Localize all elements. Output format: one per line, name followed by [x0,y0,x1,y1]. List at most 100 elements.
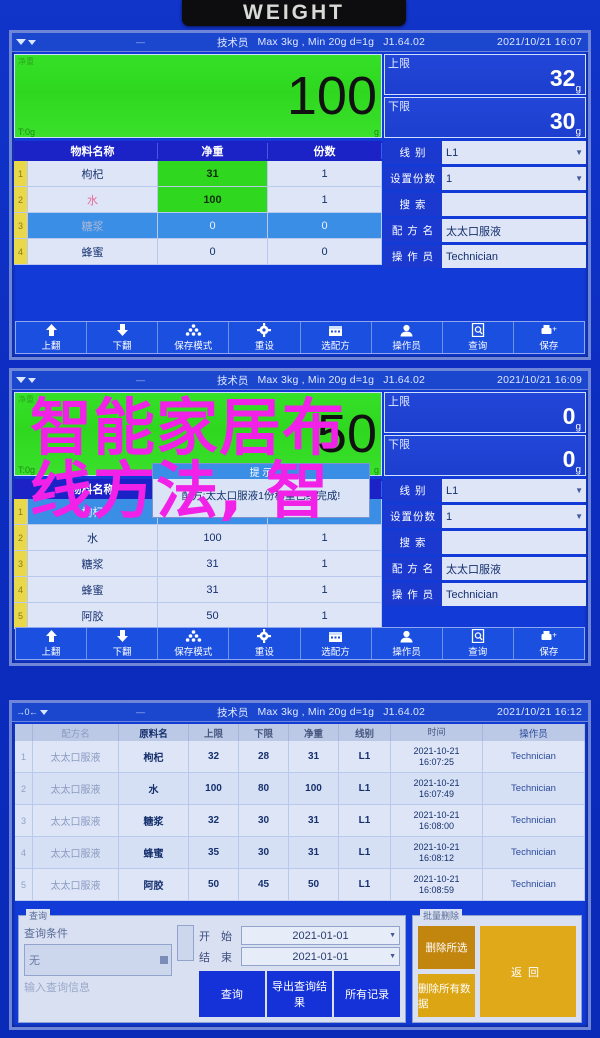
chevron-down-icon[interactable]: ▼ [575,174,583,183]
toolbar-button-page-up[interactable]: 上翻 [16,322,88,353]
field-portions-1[interactable]: 设置份数 1 ▼ [384,167,586,190]
chevron-down-icon[interactable]: ▼ [575,486,583,495]
chevron-down-icon[interactable]: ▼ [389,953,396,960]
toolbar-button-page-up[interactable]: 上翻 [16,628,88,659]
export-results-button[interactable]: 导出查询结果 [266,971,333,1017]
row-lower: 80 [239,773,289,805]
table-row[interactable]: 4 蜂蜜 31 1 [14,577,382,603]
row-net-weight: 31 [158,551,268,577]
query-legend: 查询 [26,909,51,922]
table-row[interactable]: 2 太太口服液 水 100 80 100 L1 2021-10-21 16:07:… [15,773,585,805]
toolbar-label: 查询 [468,647,488,658]
chevron-down-icon[interactable]: ▼ [575,512,583,521]
row-index: 1 [14,161,28,187]
row-upper: 100 [189,773,239,805]
query-button[interactable]: 查询 [199,971,265,1017]
table-row[interactable]: 1 枸杞 31 1 [14,161,382,187]
table-row[interactable]: 3 太太口服液 糖浆 32 30 31 L1 2021-10-21 16:08:0… [15,805,585,837]
row-line: L1 [339,837,391,869]
query-enable-checkbox[interactable] [177,925,194,961]
toolbar-button-query[interactable]: 查询 [443,628,514,659]
toolbar-button-save[interactable]: + 保存 [514,628,584,659]
chevron-down-icon[interactable]: ▼ [389,932,396,939]
query-condition-select[interactable]: 无 [24,944,172,976]
row-material-name: 枸杞 [28,161,158,187]
table-row[interactable]: 5 阿胶 50 1 [14,603,382,629]
table-row[interactable]: 3 糖浆 31 1 [14,551,382,577]
save-plus-icon: + [540,323,558,337]
row-material-name: 蜂蜜 [28,577,158,603]
all-records-button[interactable]: 所有记录 [334,971,401,1017]
row-material-name: 糖浆 [28,551,158,577]
table-row[interactable]: 4 太太口服液 蜂蜜 35 30 31 L1 2021-10-21 16:08:1… [15,837,585,869]
field-value-portions[interactable]: 1 ▼ [442,505,586,528]
row-material-name: 糖浆 [28,213,158,239]
toolbar-button-query[interactable]: 查询 [443,322,514,353]
lower-limit-label-1: 下限 [388,101,410,113]
back-button[interactable]: 返回 [480,926,576,1017]
table-row[interactable]: 5 太太口服液 阿胶 50 45 50 L1 2021-10-21 16:08:5… [15,869,585,901]
dropdown-square-icon[interactable] [160,956,168,964]
search-input-1[interactable] [442,193,586,216]
field-operator-1[interactable]: 操 作 员 Technician [384,245,586,268]
row-lower: 28 [239,741,289,773]
field-recipe-2[interactable]: 配 方 名 太太口服液 [384,557,586,580]
stack-icon [185,323,202,337]
user-icon [399,629,414,643]
row-index: 2 [15,773,33,805]
toolbar-button-save-mode[interactable]: 保存模式 [158,628,230,659]
toolbar-button-save-mode[interactable]: 保存模式 [158,322,230,353]
field-value-line[interactable]: L1 ▼ [442,479,586,502]
toolbar-button-save[interactable]: + 保存 [514,322,584,353]
toolbar-button-select-recipe[interactable]: 选配方 [301,628,372,659]
field-recipe-1[interactable]: 配 方 名 太太口服液 [384,219,586,242]
field-search-2[interactable]: 搜 索 [384,531,586,554]
toolbar-button-operator[interactable]: 操作员 [372,628,443,659]
lower-limit-label-2: 下限 [388,439,410,451]
table-row-selected[interactable]: 3 糖浆 0 0 [14,213,382,239]
svg-text:+: + [552,630,557,639]
table-row[interactable]: 4 蜂蜜 0 0 [14,239,382,265]
delete-all-button[interactable]: 删除所有数据 [418,974,475,1017]
toolbar-label: 重设 [254,341,274,352]
field-operator-2[interactable]: 操 作 员 Technician [384,583,586,606]
field-search-1[interactable]: 搜 索 [384,193,586,216]
batch-delete-fieldset: 批量删除 删除所选 删除所有数据 返回 [412,909,582,1023]
row-net-weight: 31 [158,161,268,187]
toolbar-button-operator[interactable]: 操作员 [372,322,443,353]
toolbar-button-reset[interactable]: 重设 [229,322,301,353]
table-row[interactable]: 1 太太口服液 枸杞 32 28 31 L1 2021-10-21 16:07:2… [15,741,585,773]
field-label-recipe: 配 方 名 [384,219,442,242]
arrow-down-icon [115,323,130,337]
start-date-picker[interactable]: 2021-01-01 ▼ [241,926,400,945]
row-index: 1 [15,741,33,773]
toolbar-button-page-down[interactable]: 下翻 [87,322,159,353]
status-operator-1: 技术员 [216,36,249,49]
toolbar-button-reset[interactable]: 重设 [229,628,301,659]
toolbar-button-page-down[interactable]: 下翻 [87,628,159,659]
row-line: L1 [339,869,391,901]
table-row[interactable]: 2 水 100 1 [14,525,382,551]
calendar-icon [328,629,343,643]
field-line-2[interactable]: 线 别 L1 ▼ [384,479,586,502]
row-net: 100 [289,773,339,805]
toolbar-label: 保存模式 [174,341,213,352]
field-value-portions[interactable]: 1 ▼ [442,167,586,190]
toolbar-button-select-recipe[interactable]: 选配方 [301,322,372,353]
row-net: 31 [289,741,339,773]
delete-selected-button[interactable]: 删除所选 [418,926,475,969]
field-portions-2[interactable]: 设置份数 1 ▼ [384,505,586,528]
end-date-picker[interactable]: 2021-01-01 ▼ [241,947,400,966]
completion-dialog[interactable]: 提 示 配方:太太口服液1份称重已经完成! [152,463,370,519]
toolbar-label: 保存模式 [174,647,213,658]
field-value-line[interactable]: L1 ▼ [442,141,586,164]
toolbar-label: 上翻 [41,341,61,352]
search-input-2[interactable] [442,531,586,554]
field-line-1[interactable]: 线 别 L1 ▼ [384,141,586,164]
query-input-hint[interactable]: 输入查询信息 [24,979,172,995]
table-row[interactable]: 2 水 100 1 [14,187,382,213]
query-area: 查询 查询条件 无 输入查询信息 开 始 2021-01-01 ▼ 结 束 20… [18,909,582,1023]
query-condition-value: 无 [29,955,40,967]
toolbar-label: 下翻 [112,341,132,352]
chevron-down-icon[interactable]: ▼ [575,148,583,157]
